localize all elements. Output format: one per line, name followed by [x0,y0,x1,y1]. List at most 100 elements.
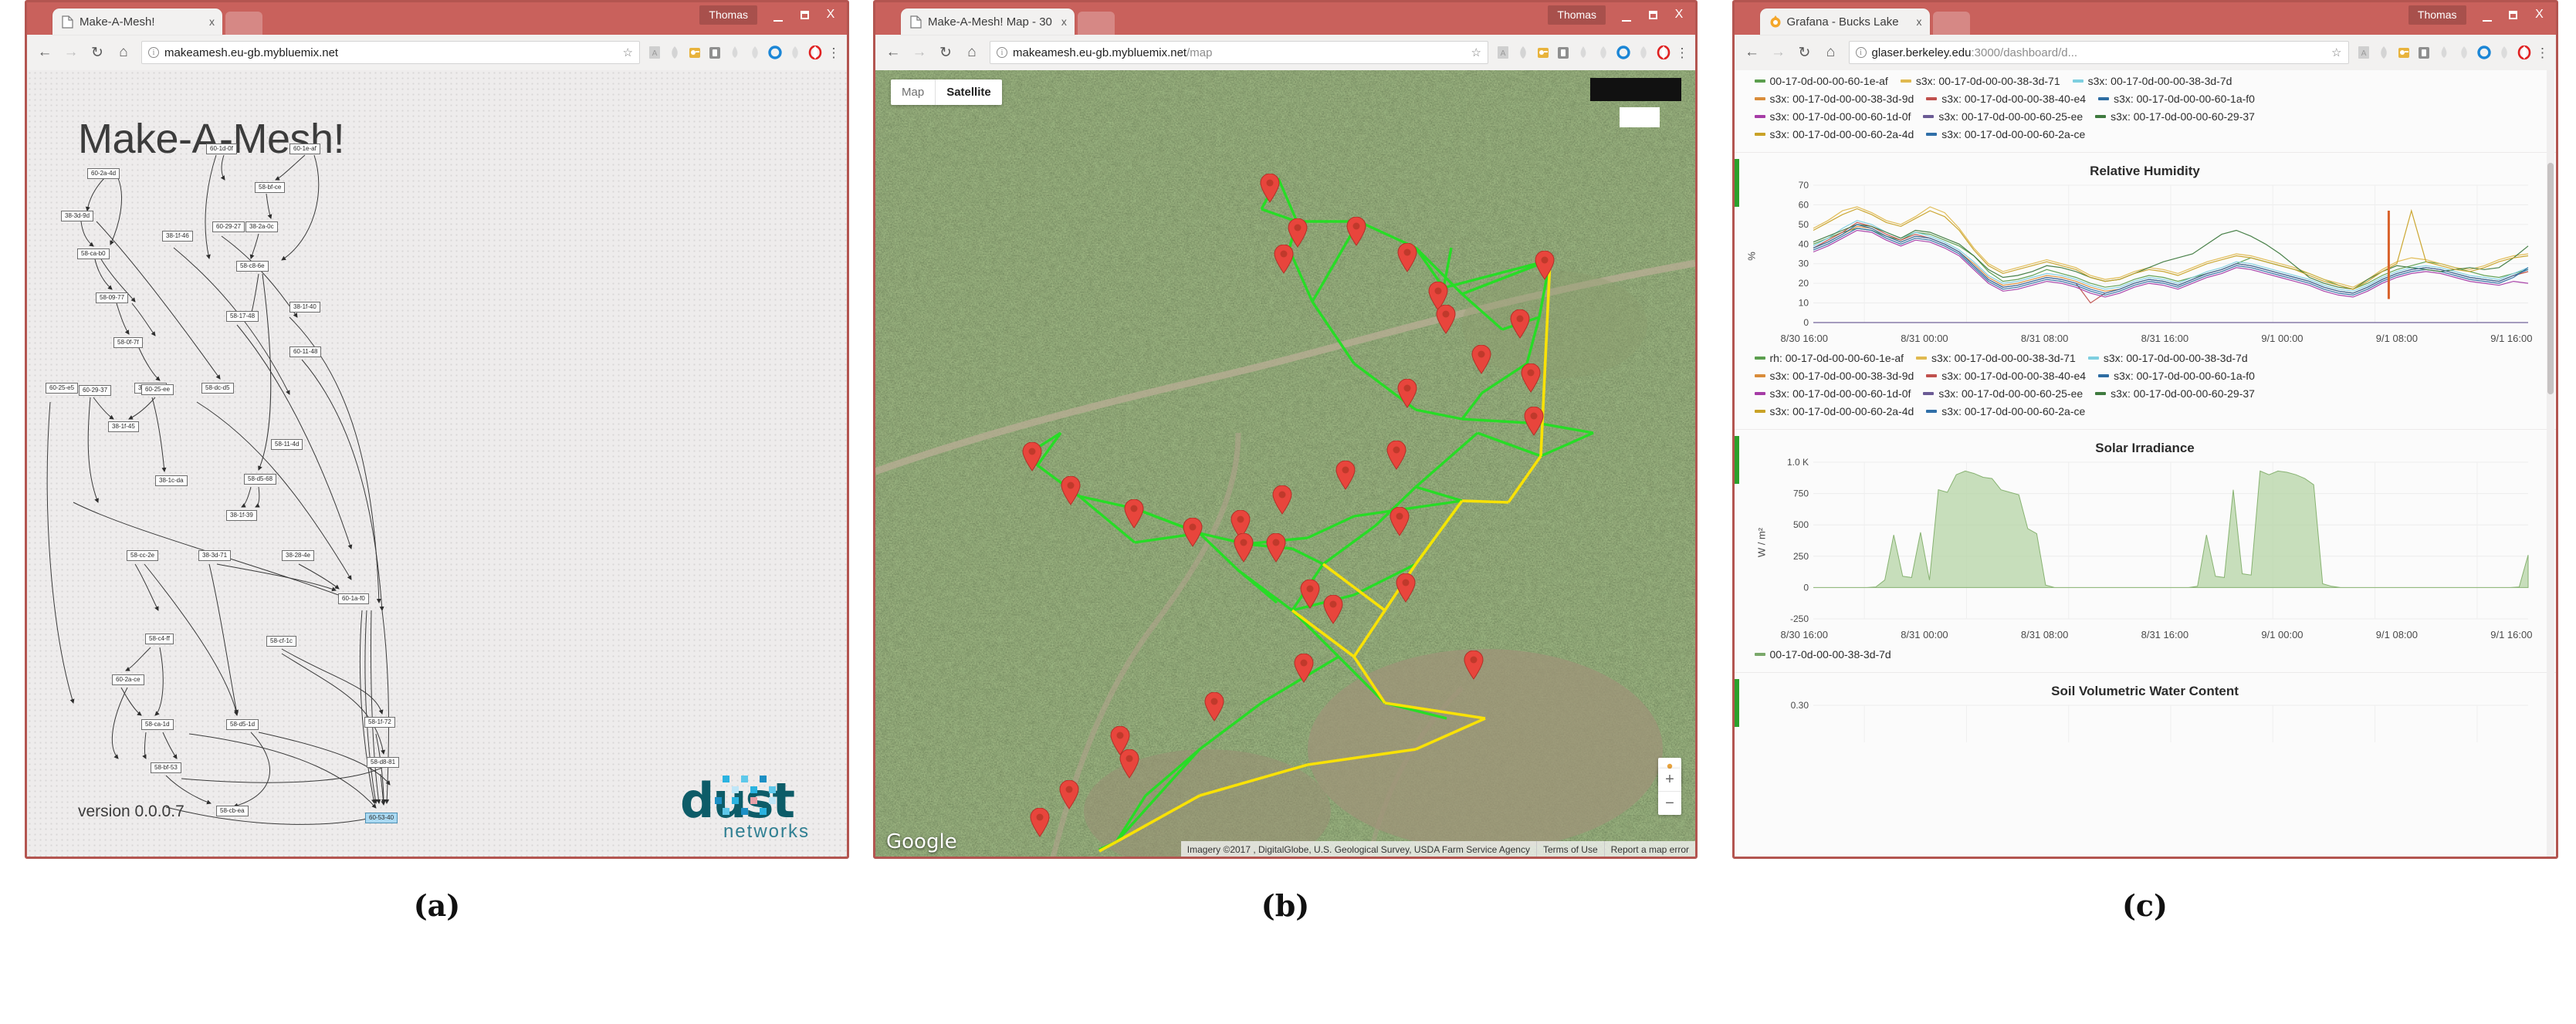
mesh-node[interactable]: 58-cf-1c [266,636,296,647]
mesh-node[interactable]: 58-c8-6e [236,261,269,272]
back-icon[interactable]: ← [1739,39,1765,66]
leaf3-extension-icon[interactable] [2494,42,2514,63]
mesh-node[interactable]: 58-cc-2e [127,550,159,561]
leaf2-extension-icon[interactable] [745,42,765,63]
map-marker-pin[interactable] [1396,573,1416,607]
mesh-node[interactable]: 60-1e-af [289,144,320,154]
legend-item[interactable]: s3x: 00-17-0d-00-00-60-29-37 [2095,387,2255,400]
mesh-node[interactable]: 58-dc-d5 [201,383,234,394]
opera-extension-icon[interactable] [1654,42,1674,63]
leaf2-extension-icon[interactable] [2454,42,2474,63]
map-marker-pin[interactable] [1260,173,1280,207]
mesh-node[interactable]: 58-d5-68 [244,474,277,485]
adobe-extension-icon[interactable]: A [1493,42,1513,63]
mesh-node[interactable]: 58-d8-81 [367,757,400,768]
mesh-node[interactable]: 60-11-48 [289,346,322,357]
legend-item[interactable]: s3x: 00-17-0d-00-00-60-2a-ce [1926,405,2085,417]
mesh-node[interactable]: 38-3d-9d [61,211,94,221]
lastpass-extension-icon[interactable] [685,42,705,63]
reload-icon[interactable]: ↻ [84,39,110,66]
mesh-node[interactable]: 58-ca-b0 [77,248,110,259]
map-marker-pin[interactable] [1535,250,1555,284]
mesh-node[interactable]: 60-29-37 [79,385,112,396]
map-marker-pin[interactable] [1471,344,1491,378]
page-scrollbar-thumb[interactable] [2547,163,2554,394]
chrome-menu-icon[interactable]: ⋮ [2534,46,2551,59]
legend-item[interactable]: s3x: 00-17-0d-00-00-38-3d-9d [1754,93,1914,105]
mesh-node[interactable]: 58-cb-ea [216,806,249,816]
map-marker-pin[interactable] [1234,532,1254,566]
map-marker-pin[interactable] [1510,309,1530,343]
user-profile-chip[interactable]: Thomas [2408,5,2466,25]
reload-icon[interactable]: ↻ [933,39,959,66]
legend-item[interactable]: 00-17-0d-00-00-38-3d-7d [1754,648,1891,661]
mesh-node[interactable]: 58-d5-1d [226,719,259,730]
new-tab-button[interactable] [1932,12,1970,35]
legend-item[interactable]: s3x: 00-17-0d-00-00-38-40-e4 [1926,370,2086,382]
map-marker-pin[interactable] [1061,475,1081,509]
leaf-extension-icon[interactable] [2374,42,2394,63]
evernote-extension-icon[interactable] [2414,42,2434,63]
map-type-satellite[interactable]: Satellite [935,79,1002,105]
forward-icon[interactable]: → [906,39,933,66]
back-icon[interactable]: ← [880,39,906,66]
droplet-extension-icon[interactable] [2434,42,2454,63]
map-marker-pin[interactable] [1346,216,1366,250]
legend-item[interactable]: s3x: 00-17-0d-00-00-60-29-37 [2095,110,2255,123]
bookmark-star-icon[interactable]: ☆ [623,46,633,59]
map-marker-pin[interactable] [1124,498,1144,532]
bookmark-star-icon[interactable]: ☆ [1471,46,1481,59]
minimize-button[interactable] [2474,5,2500,25]
map-marker-pin[interactable] [1300,579,1320,613]
legend-item[interactable]: s3x: 00-17-0d-00-00-60-25-ee [1923,110,2083,123]
legend-item[interactable]: 00-17-0d-00-00-60-1e-af [1754,75,1888,87]
browser-tab-b[interactable]: Make-A-Mesh! Map - 30 x [901,8,1075,35]
map-marker-pin[interactable] [1323,594,1343,628]
legend-item[interactable]: s3x: 00-17-0d-00-00-60-2a-4d [1754,128,1914,140]
lastpass-extension-icon[interactable] [2394,42,2414,63]
legend-item[interactable]: s3x: 00-17-0d-00-00-60-25-ee [1923,387,2083,400]
map-marker-pin[interactable] [1464,650,1484,684]
mesh-node[interactable]: 38-3d-71 [198,550,232,561]
back-icon[interactable]: ← [32,39,58,66]
droplet-extension-icon[interactable] [725,42,745,63]
mesh-node[interactable]: 38-1c-da [155,475,188,486]
zoom-out-button[interactable]: − [1658,792,1681,815]
adobe-extension-icon[interactable]: A [2354,42,2374,63]
map-marker-pin[interactable] [1294,653,1314,687]
legend-item[interactable]: s3x: 00-17-0d-00-00-38-3d-7d [2072,75,2232,87]
map-marker-pin[interactable] [1274,244,1294,278]
home-icon[interactable]: ⌂ [959,39,985,66]
site-info-icon[interactable]: i [1855,47,1867,58]
legend-item[interactable]: s3x: 00-17-0d-00-00-38-3d-9d [1754,370,1914,382]
ring-extension-icon[interactable] [2474,42,2494,63]
map-marker-pin[interactable] [1436,304,1456,338]
tab-close-icon[interactable]: x [1061,15,1067,28]
map-marker-pin[interactable] [1524,406,1544,440]
chrome-menu-icon[interactable]: ⋮ [825,46,842,59]
mesh-node[interactable]: 60-1d-0f [206,144,237,154]
page-scrollbar-track[interactable] [2546,70,2554,857]
map-type-map[interactable]: Map [891,79,935,105]
mesh-node[interactable]: 58-17-48 [226,311,259,322]
mesh-node[interactable]: 58-1f-72 [364,717,395,728]
maximize-button[interactable] [2500,5,2527,25]
mesh-node[interactable]: 38-1f-40 [289,302,320,313]
lastpass-extension-icon[interactable] [1533,42,1553,63]
legend-item[interactable]: s3x: 00-17-0d-00-00-38-3d-71 [1916,352,2076,364]
legend-item[interactable]: s3x: 00-17-0d-00-00-38-3d-71 [1900,75,2060,87]
map-marker-pin[interactable] [1521,363,1541,397]
leaf3-extension-icon[interactable] [1633,42,1654,63]
maximize-button[interactable] [791,5,817,25]
adobe-extension-icon[interactable]: A [645,42,665,63]
map-marker-pin[interactable] [1386,440,1406,474]
new-tab-button[interactable] [225,12,262,35]
mesh-node[interactable]: 58-11-4d [271,439,303,450]
evernote-extension-icon[interactable] [1553,42,1573,63]
leaf-extension-icon[interactable] [665,42,685,63]
mesh-node[interactable]: 60-2a-ce [112,674,144,685]
droplet-extension-icon[interactable] [1573,42,1593,63]
page-viewport-b[interactable]: Map Satellite + − Google Imagery ©2017 ,… [875,70,1695,857]
mesh-node[interactable]: 38-1f-45 [108,421,139,432]
legend-item[interactable]: s3x: 00-17-0d-00-00-60-1d-0f [1754,110,1911,123]
